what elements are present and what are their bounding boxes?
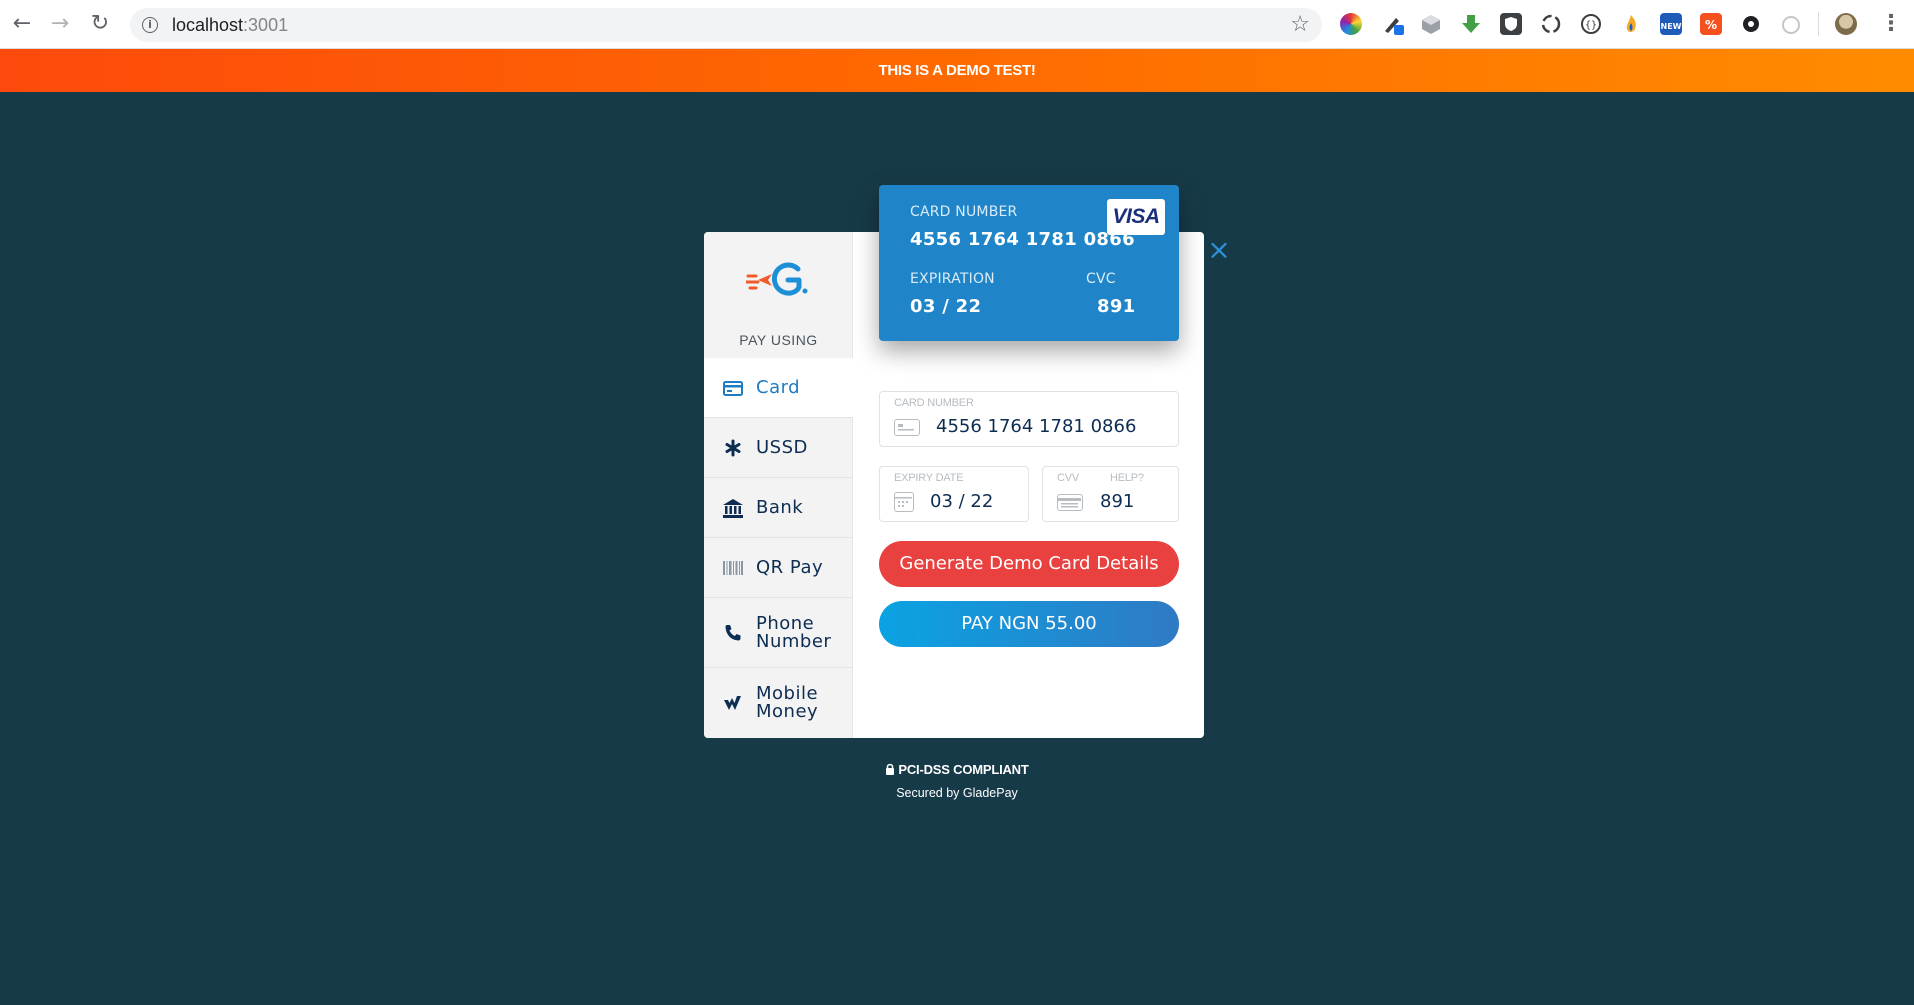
reload-icon[interactable]: ↻ (88, 12, 112, 36)
credit-card-icon (894, 419, 920, 436)
card-preview: CARD NUMBER 4556 1764 1781 0866 EXPIRATI… (879, 185, 1179, 341)
flame-extension-icon[interactable] (1620, 13, 1642, 35)
calendar-icon (894, 492, 914, 512)
sync-extension-icon[interactable] (1540, 13, 1562, 35)
pay-button[interactable]: PAY NGN 55.00 (879, 601, 1179, 647)
expiry-date-field[interactable]: EXPIRY DATE 03 / 22 (879, 466, 1029, 522)
pci-compliance-badge: PCI-DSS COMPLIANT (0, 762, 1914, 777)
mobile-money-icon (722, 692, 744, 714)
asterisk-icon (722, 437, 744, 459)
timer-extension-icon[interactable] (1780, 13, 1802, 35)
color-picker-extension-icon[interactable] (1340, 13, 1362, 35)
expiry-date-input[interactable]: 03 / 22 (930, 491, 993, 512)
forward-arrow-icon[interactable]: → (48, 12, 72, 36)
download-extension-icon[interactable] (1460, 13, 1482, 35)
card-number-field[interactable]: CARD NUMBER 4556 1764 1781 0866 (879, 391, 1179, 447)
visa-logo-icon: VISA (1107, 199, 1165, 235)
method-card-label: Card (756, 376, 801, 398)
svg-text:NEW: NEW (1661, 22, 1682, 31)
browser-menu-icon[interactable]: ⋮ (1880, 10, 1902, 38)
cube-extension-icon[interactable] (1420, 13, 1442, 35)
url-port: :3001 (243, 15, 289, 35)
pay-using-heading: PAY USING (739, 332, 818, 348)
payment-method-sidebar: PAY USING Card USSD Bank QR Pay Phone Nu… (704, 232, 853, 738)
url-host: localhost (172, 15, 244, 35)
method-bank[interactable]: Bank (704, 478, 853, 538)
barcode-icon (722, 557, 744, 579)
method-phone-number[interactable]: Phone Number (704, 598, 853, 668)
code-extension-icon[interactable]: {} (1580, 13, 1602, 35)
pen-extension-icon[interactable] (1382, 13, 1404, 35)
cvv-field-label: CVV (1057, 472, 1080, 484)
svg-text:{}: {} (1585, 20, 1597, 31)
method-bank-label: Bank (756, 496, 804, 518)
lock-icon (886, 763, 895, 775)
preview-card-number-label: CARD NUMBER (910, 204, 1018, 220)
svg-text:%: % (1705, 18, 1717, 32)
pci-text: PCI-DSS COMPLIANT (898, 762, 1029, 777)
card-icon (722, 377, 744, 399)
method-phone-number-label: Phone Number (756, 614, 832, 652)
gladepay-logo-icon (744, 260, 810, 300)
preview-cvc-label: CVC (1086, 271, 1116, 287)
url-text[interactable]: localhost:3001 (172, 15, 288, 36)
phone-icon (722, 622, 744, 644)
method-qr-pay-label: QR Pay (756, 556, 824, 578)
cvv-field[interactable]: CVV HELP? 891 (1042, 466, 1179, 522)
demo-banner: THIS IS A DEMO TEST! (0, 49, 1914, 92)
cvv-help-link[interactable]: HELP? (1110, 472, 1144, 484)
preview-cvc: 891 (1097, 296, 1136, 317)
card-back-icon (1057, 494, 1083, 511)
preview-expiration: 03 / 22 (910, 296, 982, 317)
expiry-date-field-label: EXPIRY DATE (894, 472, 964, 484)
browser-toolbar: ← → ↻ i localhost:3001 ☆ {} NEW % ⋮ (0, 0, 1914, 49)
close-icon[interactable]: × (1207, 236, 1231, 264)
shield-extension-icon[interactable] (1500, 13, 1522, 35)
preview-expiration-label: EXPIRATION (910, 271, 995, 287)
bank-icon (722, 497, 744, 519)
method-card[interactable]: Card (704, 358, 853, 418)
card-number-input[interactable]: 4556 1764 1781 0866 (936, 416, 1136, 437)
method-ussd-label: USSD (756, 436, 808, 458)
back-arrow-icon[interactable]: ← (10, 12, 34, 36)
method-ussd[interactable]: USSD (704, 418, 853, 478)
address-bar[interactable]: i localhost:3001 ☆ (130, 8, 1322, 42)
new-badge-extension-icon[interactable]: NEW (1660, 13, 1682, 35)
profile-avatar[interactable] (1835, 13, 1857, 35)
method-mobile-money[interactable]: Mobile Money (704, 668, 853, 738)
method-mobile-line2: Money (756, 701, 819, 722)
percent-extension-icon[interactable]: % (1700, 13, 1722, 35)
method-phone-line2: Number (756, 630, 832, 652)
secured-by-text: Secured by GladePay (896, 786, 1018, 800)
method-qr-pay[interactable]: QR Pay (704, 538, 853, 598)
gear-extension-icon[interactable] (1740, 13, 1762, 35)
bookmark-star-icon[interactable]: ☆ (1290, 12, 1310, 37)
generate-demo-card-button[interactable]: Generate Demo Card Details (879, 541, 1179, 587)
toolbar-divider (1818, 12, 1819, 36)
method-mobile-money-label: Mobile Money (756, 685, 818, 721)
info-icon[interactable]: i (142, 17, 158, 33)
cvv-input[interactable]: 891 (1100, 491, 1134, 512)
card-number-field-label: CARD NUMBER (894, 397, 974, 409)
preview-card-number: 4556 1764 1781 0866 (910, 229, 1135, 250)
